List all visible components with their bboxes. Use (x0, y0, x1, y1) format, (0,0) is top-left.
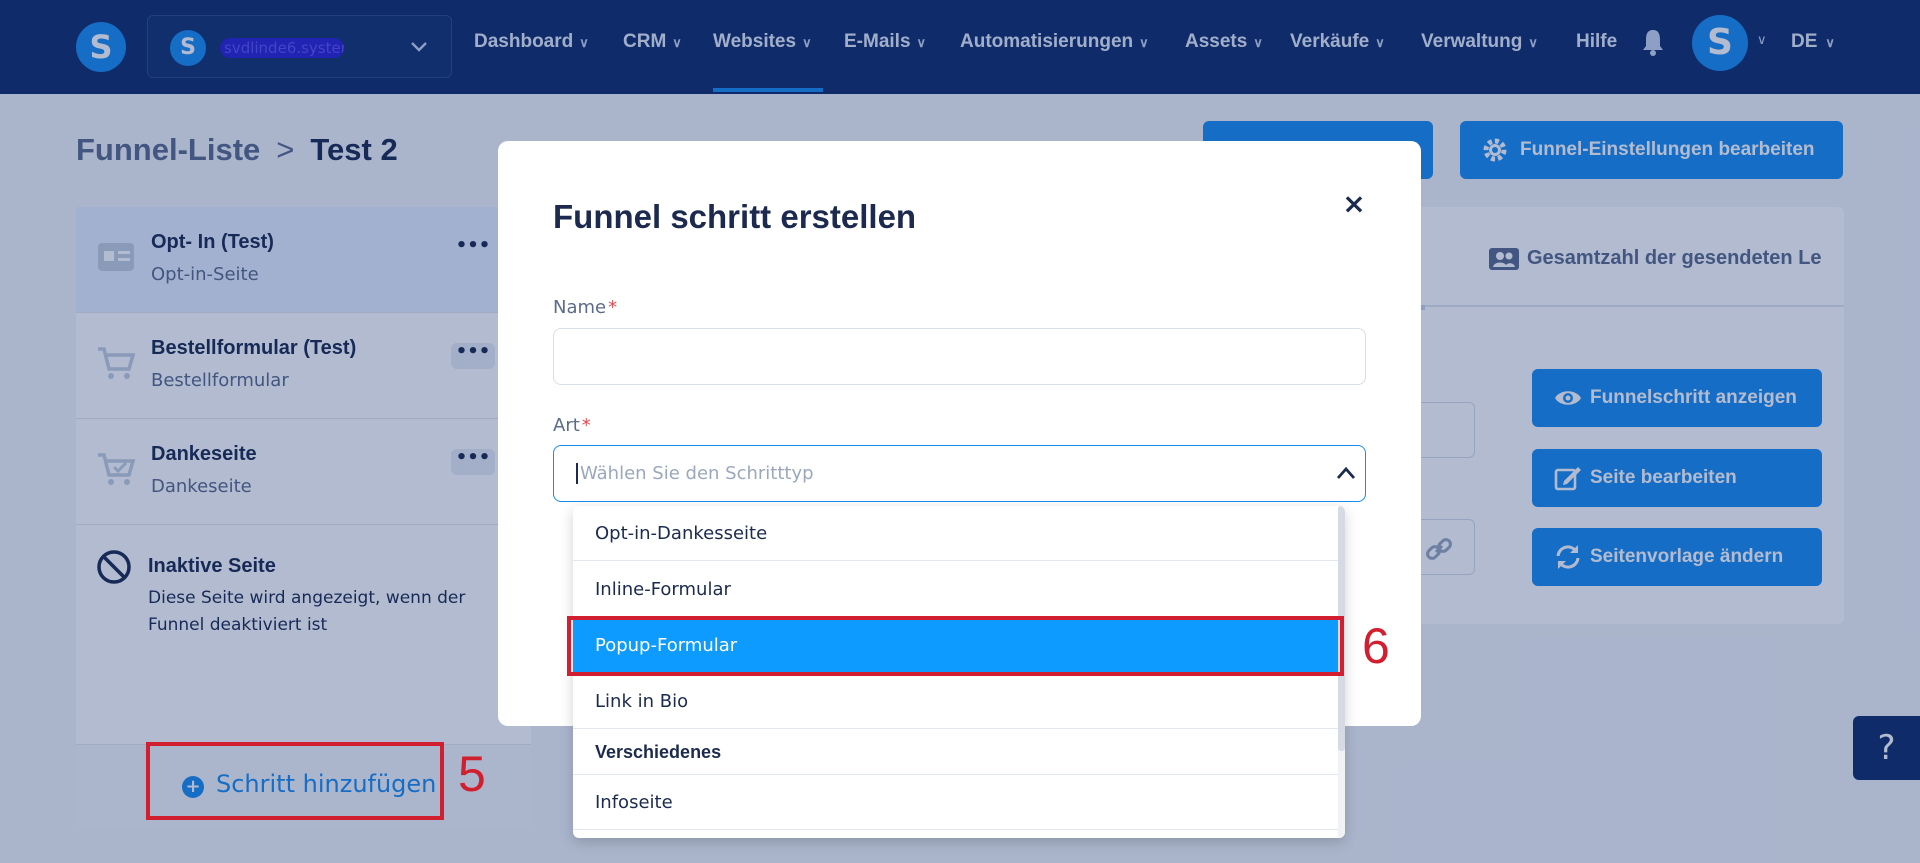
option-opt-in-dankesseite[interactable]: Opt-in-Dankesseite (573, 506, 1338, 561)
step-type-select[interactable]: Wählen Sie den Schritttyp (553, 445, 1366, 502)
annotation-number-6: 6 (1362, 618, 1390, 674)
annotation-number-5: 5 (458, 746, 486, 802)
annotation-box-add-step (146, 742, 444, 820)
required-mark: * (581, 415, 591, 436)
group-header-verschiedenes: Verschiedenes (573, 730, 1338, 775)
option-inline-formular[interactable]: Inline-Formular (573, 562, 1338, 617)
option-link-in-bio[interactable]: Link in Bio (573, 674, 1338, 729)
chevron-up-icon[interactable] (1336, 466, 1356, 480)
name-label: Name * (553, 297, 617, 318)
step-type-placeholder: Wählen Sie den Schritttyp (576, 463, 814, 484)
close-icon[interactable]: × (1341, 190, 1367, 218)
annotation-box-popup-formular (567, 616, 1344, 676)
name-label-text: Name (553, 297, 607, 318)
modal-title: Funnel schritt erstellen (553, 198, 917, 235)
type-label-text: Art (553, 415, 580, 436)
name-input[interactable] (553, 328, 1366, 385)
option-infoseite[interactable]: Infoseite (573, 775, 1338, 830)
type-label: Art * (553, 415, 591, 436)
required-mark: * (608, 297, 618, 318)
